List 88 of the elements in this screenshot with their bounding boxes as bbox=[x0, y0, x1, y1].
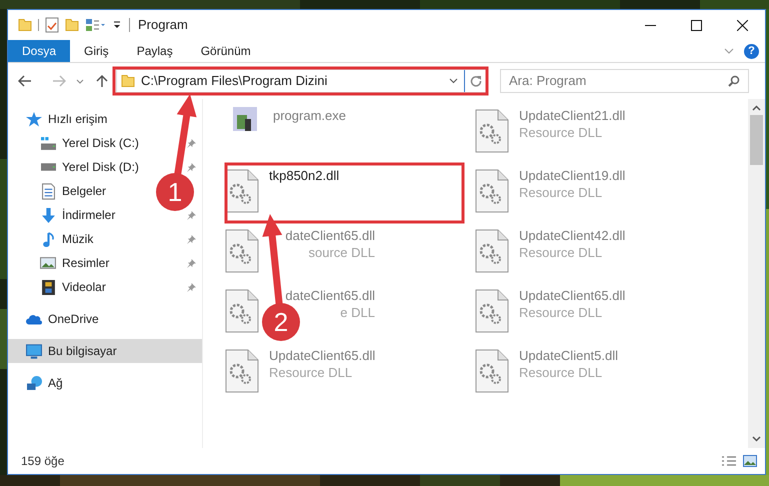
film-icon bbox=[42, 280, 54, 294]
file-name[interactable]: UpdateClient65.dll bbox=[519, 287, 626, 304]
sidebar-item[interactable]: Ağ bbox=[8, 371, 65, 395]
sidebar-item[interactable]: Bu bilgisayar bbox=[8, 339, 202, 363]
file-type: Resource DLL bbox=[269, 364, 352, 381]
file-name[interactable]: tkp850n2.dll bbox=[269, 167, 340, 184]
step-number-badge: 1 bbox=[156, 173, 194, 211]
cloud-icon bbox=[26, 314, 42, 324]
window-title: Program bbox=[138, 16, 188, 34]
settings-file-icon bbox=[475, 169, 509, 213]
ribbon-tab[interactable]: Görünüm bbox=[186, 40, 265, 62]
item-count: 159 öğe bbox=[21, 453, 64, 470]
forward-arrow-icon[interactable] bbox=[52, 75, 66, 87]
music-note-icon bbox=[42, 232, 54, 246]
sidebar-item[interactable]: Hızlı erişim bbox=[8, 107, 110, 131]
file-name[interactable]: UpdateClient19.dll bbox=[519, 167, 626, 184]
close-icon bbox=[736, 20, 748, 30]
settings-file-icon bbox=[475, 289, 509, 333]
search-placeholder: Ara: Program bbox=[509, 72, 586, 90]
chevron-down-icon[interactable] bbox=[76, 78, 84, 84]
folder-icon[interactable] bbox=[18, 19, 32, 31]
file-name[interactable]: dateClient65.dll bbox=[285, 227, 375, 244]
file-type: source DLL bbox=[308, 244, 375, 261]
large-icons-view-icon[interactable] bbox=[743, 455, 757, 467]
settings-file-icon bbox=[225, 349, 259, 393]
image-icon bbox=[40, 257, 56, 269]
up-arrow-icon[interactable] bbox=[96, 74, 108, 88]
settings-file-icon bbox=[225, 169, 259, 213]
monitor-icon bbox=[26, 344, 42, 358]
folder-icon bbox=[121, 75, 135, 87]
scrollbar-thumb[interactable] bbox=[750, 115, 763, 165]
file-name[interactable]: UpdateClient21.dll bbox=[519, 107, 626, 124]
help-button[interactable]: ? bbox=[744, 44, 759, 58]
properties-icon[interactable] bbox=[85, 18, 107, 32]
sidebar-item[interactable]: Yerel Disk (D:) bbox=[8, 155, 141, 179]
step-number-badge: 2 bbox=[262, 303, 300, 341]
document-icon bbox=[42, 182, 54, 200]
customize-toolbar-icon[interactable] bbox=[113, 21, 121, 29]
file-type: e DLL bbox=[340, 304, 375, 321]
download-arrow-icon bbox=[42, 208, 54, 222]
details-view-icon[interactable] bbox=[721, 455, 737, 467]
maximize-icon bbox=[690, 20, 702, 30]
pin-icon[interactable] bbox=[187, 258, 196, 268]
sidebar-item[interactable]: Resimler bbox=[8, 251, 112, 275]
pin-icon[interactable] bbox=[187, 162, 196, 172]
settings-file-icon bbox=[475, 349, 509, 393]
ribbon-tab[interactable]: Dosya bbox=[8, 40, 70, 62]
settings-file-icon bbox=[225, 289, 259, 333]
pin-icon[interactable] bbox=[187, 282, 196, 292]
sidebar-item[interactable]: OneDrive bbox=[8, 307, 101, 331]
drive-icon bbox=[40, 163, 56, 171]
file-type: Resource DLL bbox=[519, 364, 602, 381]
sidebar-item[interactable]: İndirmeler bbox=[8, 203, 118, 227]
sidebar-item[interactable]: Belgeler bbox=[8, 179, 108, 203]
settings-file-icon bbox=[475, 229, 509, 273]
pin-icon[interactable] bbox=[187, 234, 196, 244]
drive-icon bbox=[40, 136, 56, 150]
address-text: C:\Program Files\Program Dizini bbox=[141, 72, 328, 90]
ribbon-tab[interactable]: Giriş bbox=[70, 40, 123, 62]
address-bar[interactable]: C:\Program Files\Program Dizini bbox=[116, 69, 488, 93]
file-name[interactable]: UpdateClient5.dll bbox=[519, 347, 618, 364]
sidebar-item[interactable]: Yerel Disk (C:) bbox=[8, 131, 141, 155]
settings-file-icon bbox=[225, 229, 259, 273]
sidebar-item[interactable]: Müzik bbox=[8, 227, 96, 251]
checklist-icon[interactable] bbox=[45, 17, 59, 33]
sidebar-item[interactable]: Videolar bbox=[8, 275, 108, 299]
scrollbar[interactable] bbox=[748, 99, 765, 448]
star-icon bbox=[26, 110, 42, 128]
search-icon[interactable] bbox=[728, 75, 740, 87]
file-name[interactable]: program.exe bbox=[273, 107, 346, 124]
ribbon-tab[interactable]: Paylaş bbox=[122, 40, 187, 62]
file-name[interactable]: UpdateClient65.dll bbox=[269, 347, 376, 364]
file-type: Resource DLL bbox=[519, 184, 602, 201]
refresh-icon[interactable] bbox=[470, 75, 482, 87]
settings-file-icon bbox=[475, 109, 509, 153]
pin-icon[interactable] bbox=[187, 138, 196, 148]
back-arrow-icon[interactable] bbox=[18, 75, 32, 87]
file-type: Resource DLL bbox=[519, 244, 602, 261]
network-icon bbox=[26, 376, 42, 390]
minimize-icon bbox=[644, 24, 656, 26]
file-name[interactable]: UpdateClient42.dll bbox=[519, 227, 626, 244]
pin-icon[interactable] bbox=[187, 210, 196, 220]
file-type: Resource DLL bbox=[519, 304, 602, 321]
file-type: Resource DLL bbox=[519, 124, 602, 141]
folder-icon[interactable] bbox=[65, 19, 79, 31]
chevron-down-icon[interactable] bbox=[449, 78, 458, 84]
file-name[interactable]: dateClient65.dll bbox=[285, 287, 375, 304]
search-field[interactable]: Ara: Program bbox=[500, 69, 749, 93]
